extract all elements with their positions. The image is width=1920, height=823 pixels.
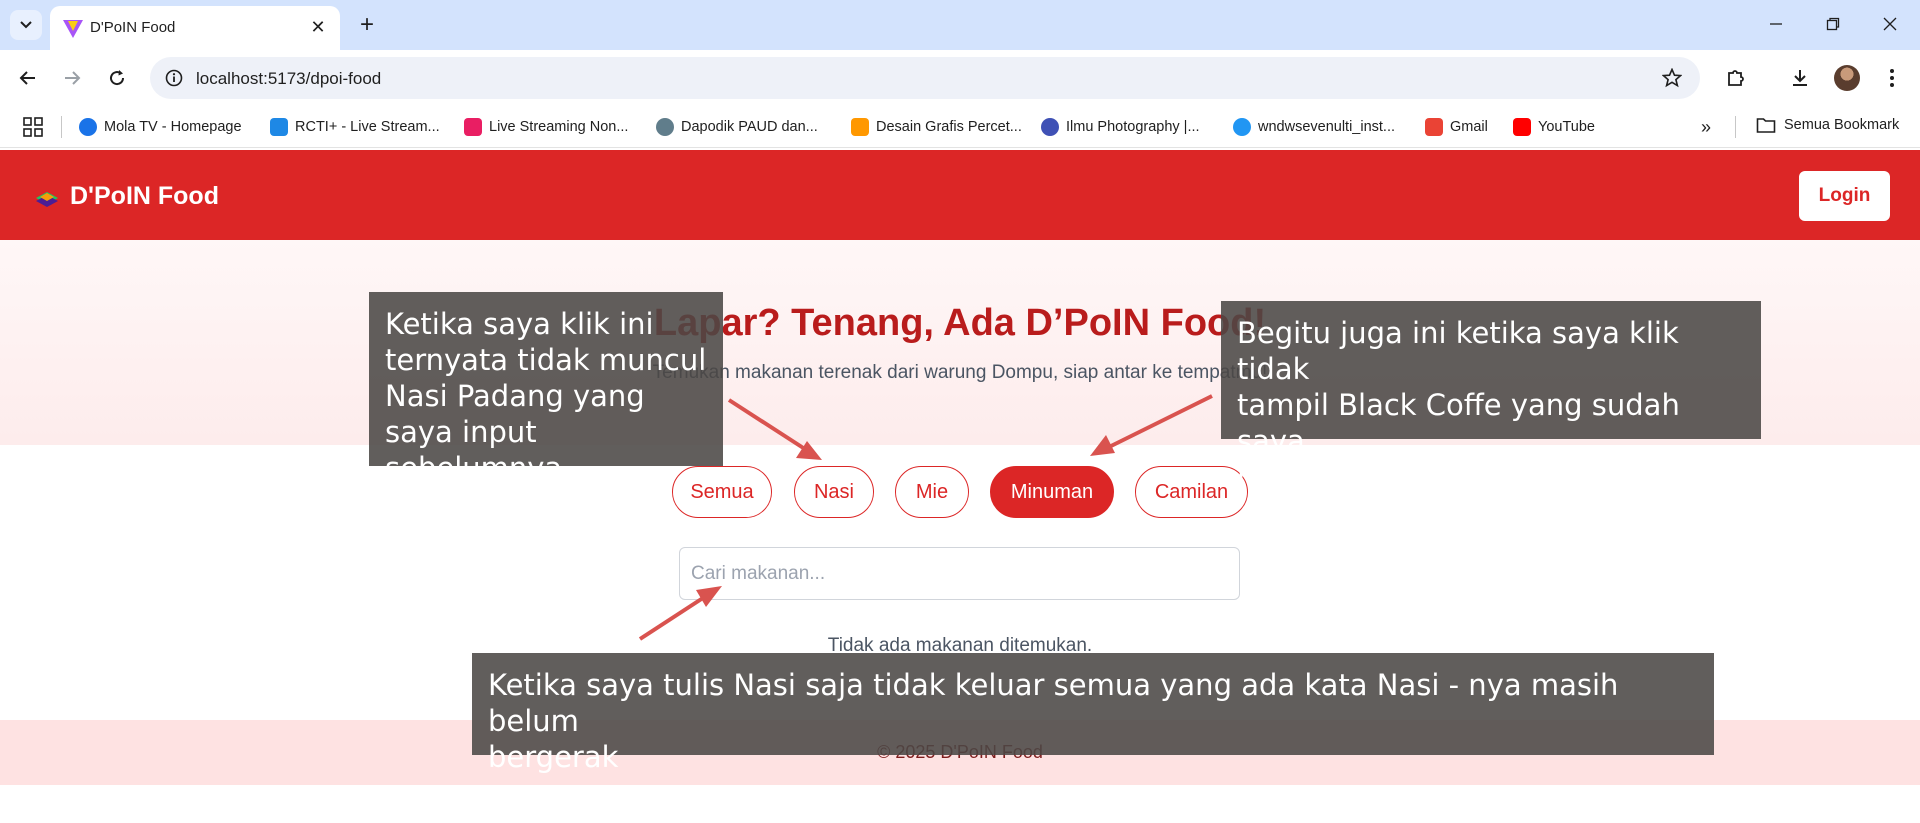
folder-icon: [1756, 118, 1776, 133]
site-info-icon[interactable]: [162, 66, 186, 90]
annotation-line: bergerak: [488, 740, 619, 774]
minimize-icon[interactable]: [1756, 8, 1796, 40]
wordpress-favicon-icon: [1041, 118, 1059, 136]
browser-tab-strip: D'PoIN Food ✕ +: [0, 0, 1920, 50]
bookmark-label: Live Streaming Non...: [489, 119, 629, 135]
tab-search-button[interactable]: [10, 10, 42, 40]
apps-grid-icon[interactable]: [22, 116, 44, 138]
login-button[interactable]: Login: [1799, 171, 1890, 221]
browser-toolbar: localhost:5173/dpoi-food: [0, 50, 1920, 106]
category-camilan-button[interactable]: Camilan: [1135, 466, 1248, 518]
close-window-icon[interactable]: [1870, 8, 1910, 40]
gmail-favicon-icon: [1425, 118, 1443, 136]
bookmark-star-icon[interactable]: [1660, 66, 1684, 90]
close-tab-icon[interactable]: ✕: [306, 15, 330, 39]
bookmark-ilmu-photography[interactable]: Ilmu Photography |...: [1041, 116, 1200, 138]
vidio-favicon-icon: [464, 118, 482, 136]
search-input[interactable]: [679, 547, 1240, 600]
restore-icon[interactable]: [1813, 8, 1853, 40]
bookmark-mola-tv[interactable]: Mola TV - Homepage: [79, 116, 242, 138]
all-bookmarks-label: Semua Bookmark: [1784, 117, 1900, 133]
bookmark-rcti[interactable]: RCTI+ - Live Stream...: [270, 116, 440, 138]
address-bar[interactable]: localhost:5173/dpoi-food: [150, 57, 1700, 99]
bookmark-label: Ilmu Photography |...: [1066, 119, 1200, 135]
mola-favicon-icon: [79, 118, 97, 136]
bookmark-label: YouTube: [1538, 119, 1595, 135]
annotation-note-search: Ketika saya tulis Nasi saja tidak keluar…: [472, 653, 1714, 774]
annotation-line: input sebelumnya: [1237, 460, 1499, 494]
menu-kebab-icon[interactable]: [1876, 62, 1908, 94]
annotation-line: Ketika saya tulis Nasi saja tidak keluar…: [488, 668, 1619, 738]
annotation-line: saya input sebelumnya: [385, 415, 563, 485]
desain-favicon-icon: [851, 118, 869, 136]
bookmark-desain-grafis[interactable]: Desain Grafis Percet...: [851, 116, 1022, 138]
browser-tab[interactable]: D'PoIN Food ✕: [50, 6, 340, 50]
bookmark-gmail[interactable]: Gmail: [1425, 116, 1488, 138]
brand[interactable]: D'PoIN Food: [34, 182, 219, 211]
annotation-line: ternyata tidak muncul: [385, 343, 707, 377]
vite-favicon-icon: [63, 20, 83, 38]
annotation-line: tampil Black Coffe yang sudah saya: [1237, 388, 1680, 458]
bookmark-label: wndwsevenulti_inst...: [1258, 119, 1396, 135]
bookmark-wndwsevenulti[interactable]: wndwsevenulti_inst...: [1233, 116, 1395, 138]
download-icon[interactable]: [1784, 62, 1816, 94]
forward-icon[interactable]: [56, 62, 88, 94]
bookmark-label: Mola TV - Homepage: [104, 119, 242, 135]
profile-avatar[interactable]: [1834, 65, 1860, 91]
annotation-line: Ketika saya klik ini: [385, 307, 654, 341]
bookmark-label: Gmail: [1450, 119, 1488, 135]
back-icon[interactable]: [12, 62, 44, 94]
annotation-note-nasi: Ketika saya klik ini ternyata tidak munc…: [369, 292, 723, 485]
food-logo-icon: [36, 191, 58, 207]
bookmark-label: Dapodik PAUD dan...: [681, 119, 818, 135]
tab-title: D'PoIN Food: [90, 19, 176, 36]
bookmark-dapodik[interactable]: Dapodik PAUD dan...: [656, 116, 818, 138]
all-bookmarks-folder[interactable]: Semua Bookmark: [1756, 116, 1899, 134]
category-mie-button[interactable]: Mie: [895, 466, 969, 518]
dapodik-favicon-icon: [656, 118, 674, 136]
bookmark-label: RCTI+ - Live Stream...: [295, 119, 440, 135]
annotation-note-minuman: Begitu juga ini ketika saya klik tidak t…: [1221, 301, 1761, 494]
url-text[interactable]: localhost:5173/dpoi-food: [196, 69, 381, 89]
app-header: D'PoIN Food Login: [0, 150, 1920, 240]
youtube-favicon-icon: [1513, 118, 1531, 136]
annotation-line: Nasi Padang yang: [385, 379, 645, 413]
chevron-down-icon: [20, 21, 32, 29]
annotation-line: Begitu juga ini ketika saya klik tidak: [1237, 316, 1679, 386]
category-nasi-button[interactable]: Nasi: [794, 466, 874, 518]
reload-icon[interactable]: [101, 62, 133, 94]
extensions-icon[interactable]: [1720, 62, 1752, 94]
rcti-favicon-icon: [270, 118, 288, 136]
category-minuman-button[interactable]: Minuman: [990, 466, 1114, 518]
edge-favicon-icon: [1233, 118, 1251, 136]
bookmark-youtube[interactable]: YouTube: [1513, 116, 1595, 138]
bookmark-separator: [1735, 116, 1736, 138]
new-tab-button[interactable]: +: [352, 10, 382, 40]
bookmarks-bar: Mola TV - Homepage RCTI+ - Live Stream..…: [0, 106, 1920, 148]
bookmark-label: Desain Grafis Percet...: [876, 119, 1022, 135]
bookmark-separator: [61, 116, 62, 138]
brand-name: D'PoIN Food: [70, 182, 219, 210]
bookmark-live-streaming[interactable]: Live Streaming Non...: [464, 116, 628, 138]
more-bookmarks-icon[interactable]: »: [1694, 116, 1718, 138]
